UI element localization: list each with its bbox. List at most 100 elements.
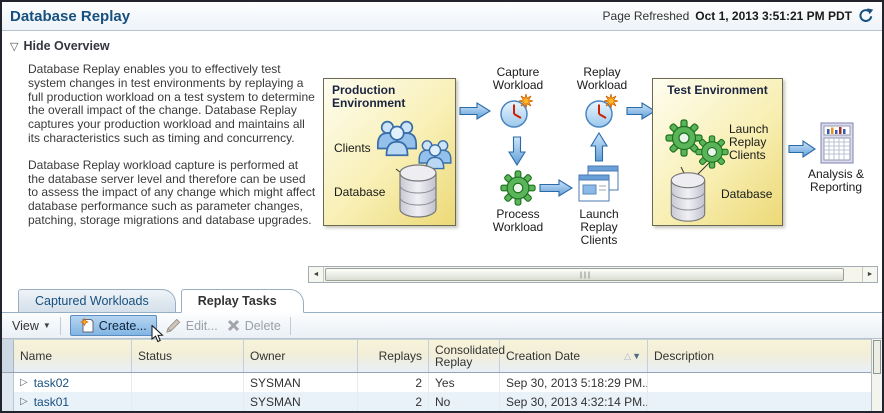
- launch-replay-clients-window-icon: [578, 165, 620, 205]
- production-database-label: Database: [334, 185, 385, 199]
- tab-bar: Captured Workloads Replay Tasks: [2, 287, 882, 313]
- overview-text: Database Replay enables you to effective…: [28, 63, 318, 228]
- database-replay-page: Database Replay Page Refreshed Oct 1, 20…: [0, 0, 884, 413]
- refresh-icon[interactable]: [858, 8, 874, 24]
- scroll-left-button[interactable]: ◄: [309, 267, 324, 282]
- scroll-left-icon: ◄: [313, 271, 320, 278]
- replay-workload-clock-icon: [583, 92, 621, 130]
- replay-tasks-toolbar: View ▼ Create...: [2, 313, 882, 339]
- column-header-name[interactable]: Name: [14, 340, 132, 372]
- tab-captured-workloads[interactable]: Captured Workloads: [18, 289, 176, 313]
- row-selector[interactable]: [2, 373, 14, 392]
- production-environment-box: Production Environment Clients Database: [323, 78, 456, 226]
- test-launch-replay-clients-label: Launch Replay Clients: [729, 123, 779, 162]
- database-cylinder-icon: [396, 163, 440, 219]
- overview-paragraph-1: Database Replay enables you to effective…: [28, 63, 318, 146]
- arrow-down-icon: [508, 136, 526, 166]
- page-refreshed-timestamp: Oct 1, 2013 3:51:21 PM PDT: [695, 9, 852, 23]
- delete-x-icon: [227, 319, 240, 332]
- launch-replay-clients-label: Launch Replay Clients: [568, 208, 630, 247]
- page-header: Database Replay Page Refreshed Oct 1, 20…: [2, 2, 882, 31]
- edit-pencil-icon: [166, 318, 181, 333]
- column-header-owner[interactable]: Owner: [244, 340, 358, 372]
- scroll-right-icon: ►: [867, 271, 874, 278]
- overview-toggle-label: Hide Overview: [23, 39, 109, 53]
- description-cell: [648, 392, 871, 411]
- owner-cell: SYSMAN: [244, 373, 358, 392]
- column-header-status[interactable]: Status: [132, 340, 244, 372]
- table-row-task01[interactable]: ▷ task01 SYSMAN 2 No Sep 30, 2013 4:32:1…: [2, 392, 871, 411]
- table-header-row: Name Status Owner Replays Consolidated R…: [2, 339, 871, 373]
- arrow-up-icon: [590, 132, 608, 162]
- arrow-right-icon: [459, 102, 491, 120]
- overview-toggle[interactable]: ▽ Hide Overview: [10, 39, 110, 53]
- creation-date-cell: Sep 30, 2013 4:32:14 PM...: [500, 392, 648, 411]
- table-row-task02[interactable]: ▷ task02 SYSMAN 2 Yes Sep 30, 2013 5:18:…: [2, 373, 871, 392]
- owner-cell: SYSMAN: [244, 392, 358, 411]
- page-title: Database Replay: [10, 8, 130, 25]
- create-button[interactable]: Create...: [70, 315, 157, 336]
- edit-button-label: Edit...: [186, 319, 218, 333]
- row-selector-header: [2, 340, 14, 372]
- column-header-replays[interactable]: Replays: [358, 340, 429, 372]
- column-header-creation-date[interactable]: Creation Date △ ▼: [500, 340, 648, 372]
- create-button-label: Create...: [99, 319, 147, 333]
- scrollbar-track[interactable]: [324, 267, 862, 282]
- tab-label: Captured Workloads: [35, 294, 149, 308]
- clients-label: Clients: [334, 141, 371, 155]
- sort-ascending-icon[interactable]: △: [624, 350, 631, 363]
- delete-button[interactable]: Delete: [227, 319, 281, 333]
- replay-tasks-table: Name Status Owner Replays Consolidated R…: [2, 339, 882, 411]
- capture-workload-clock-icon: [498, 92, 536, 130]
- table-vertical-scrollbar[interactable]: [871, 339, 882, 411]
- capture-workload-label: Capture Workload: [478, 66, 558, 92]
- process-workload-label: Process Workload: [478, 208, 558, 234]
- diagram-horizontal-scrollbar[interactable]: ◄ ►: [308, 266, 878, 283]
- overview-paragraph-2: Database Replay workload capture is perf…: [28, 159, 318, 228]
- analysis-reporting-label: Analysis & Reporting: [796, 168, 876, 194]
- task-name-link[interactable]: task01: [34, 395, 69, 409]
- mouse-cursor-icon: [151, 325, 165, 346]
- replay-client-gear-icon: [695, 135, 729, 169]
- view-menu-button[interactable]: View ▼: [12, 319, 51, 333]
- replays-cell: 2: [358, 392, 429, 411]
- tab-replay-tasks[interactable]: Replay Tasks: [181, 289, 304, 313]
- status-cell: [132, 373, 244, 392]
- chevron-down-icon: ▼: [43, 321, 51, 330]
- create-icon: [80, 318, 94, 333]
- database-cylinder-icon: [667, 171, 709, 223]
- test-environment-box: Test Environment: [652, 78, 783, 226]
- row-expand-icon[interactable]: ▷: [20, 377, 28, 388]
- consolidated-replay-cell: Yes: [429, 373, 500, 392]
- page-refreshed-label: Page Refreshed: [603, 9, 690, 23]
- creation-date-header-label: Creation Date: [506, 350, 580, 363]
- analysis-reporting-icon: [820, 122, 854, 164]
- replays-cell: 2: [358, 373, 429, 392]
- clients-group-icon: [374, 117, 420, 157]
- test-database-label: Database: [721, 187, 772, 201]
- toolbar-separator: [290, 317, 291, 335]
- scrollbar-thumb[interactable]: [873, 340, 881, 374]
- column-header-consolidated-replay[interactable]: Consolidated Replay: [429, 340, 500, 372]
- consolidated-replay-cell: No: [429, 392, 500, 411]
- view-menu-label: View: [12, 319, 39, 333]
- process-workload-gear-icon: [500, 170, 536, 206]
- edit-button[interactable]: Edit...: [166, 318, 218, 333]
- row-selector[interactable]: [2, 392, 14, 411]
- arrow-right-icon: [788, 140, 816, 158]
- toolbar-separator: [60, 317, 61, 335]
- scrollbar-grip-icon: [580, 271, 589, 278]
- status-cell: [132, 392, 244, 411]
- column-header-description[interactable]: Description: [648, 340, 871, 372]
- task-name-link[interactable]: task02: [34, 376, 69, 390]
- tab-label: Replay Tasks: [198, 294, 277, 308]
- scrollbar-thumb[interactable]: [325, 268, 844, 281]
- replay-workload-label: Replay Workload: [562, 66, 642, 92]
- scroll-right-button[interactable]: ►: [862, 267, 877, 282]
- row-expand-icon[interactable]: ▷: [20, 396, 28, 407]
- chevron-down-icon: ▽: [10, 40, 18, 53]
- description-cell: [648, 373, 871, 392]
- delete-button-label: Delete: [245, 319, 281, 333]
- sort-descending-icon[interactable]: ▼: [632, 350, 641, 363]
- creation-date-cell: Sep 30, 2013 5:18:29 PM...: [500, 373, 648, 392]
